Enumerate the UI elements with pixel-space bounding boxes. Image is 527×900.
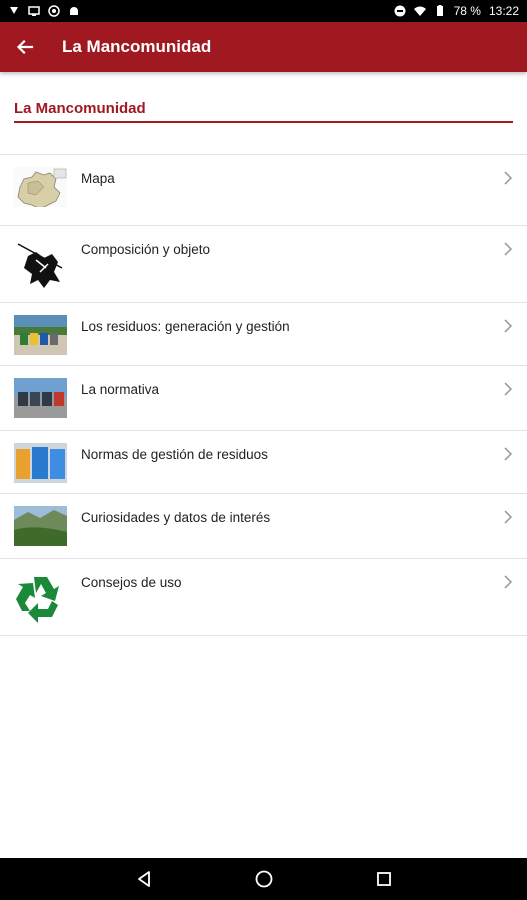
status-bar: 78 % 13:22 <box>0 0 527 22</box>
android-icon <box>70 7 78 15</box>
cast-icon <box>28 6 40 16</box>
battery-icon <box>436 5 443 16</box>
app-notification-icon <box>48 5 60 17</box>
nav-recents-icon <box>376 872 391 886</box>
chevron-right-icon <box>504 319 513 333</box>
battery-percent: 78 % <box>453 4 481 18</box>
page-title: La Mancomunidad <box>62 37 212 56</box>
menu-item-normativa[interactable]: La normativa <box>0 366 527 431</box>
menu-item-mapa[interactable]: Mapa <box>0 155 527 226</box>
clock: 13:22 <box>488 4 519 18</box>
menu-item-label: Consejos de uso <box>81 575 182 590</box>
back-button[interactable] <box>0 22 50 72</box>
chevron-right-icon <box>504 382 513 396</box>
chevron-right-icon <box>504 447 513 461</box>
map-thumbnail <box>14 167 67 207</box>
chevron-right-icon <box>504 171 513 185</box>
chevron-right-icon <box>504 575 513 589</box>
nav-back-icon <box>137 871 150 887</box>
download-icon <box>10 7 18 14</box>
menu-item-consejos[interactable]: Consejos de uso <box>0 559 527 636</box>
chevron-right-icon <box>504 242 513 256</box>
menu-item-composicion[interactable]: Composición y objeto <box>0 226 527 303</box>
navigation-bar <box>0 858 527 900</box>
chevron-right-icon <box>504 510 513 524</box>
wifi-icon <box>413 6 426 16</box>
composition-thumbnail <box>14 238 67 293</box>
menu-item-label: Curiosidades y datos de interés <box>81 510 271 525</box>
menu-item-label: La normativa <box>81 382 160 397</box>
menu-item-normas[interactable]: Normas de gestión de residuos <box>0 431 527 494</box>
menu-item-label: Los residuos: generación y gestión <box>81 319 290 334</box>
regulation-thumbnail <box>14 378 67 418</box>
nav-recents-button[interactable] <box>369 864 399 894</box>
section-heading: La Mancomunidad <box>14 100 513 123</box>
recycle-icon <box>14 571 67 626</box>
waste-containers-thumbnail <box>14 315 67 355</box>
bins-thumbnail <box>14 443 67 483</box>
menu-item-label: Normas de gestión de residuos <box>81 447 268 462</box>
landscape-thumbnail <box>14 506 67 546</box>
status-system: 78 % 13:22 <box>394 4 519 18</box>
menu-item-label: Composición y objeto <box>81 242 211 257</box>
menu-item-label: Mapa <box>81 171 115 186</box>
nav-home-icon <box>255 870 272 888</box>
nav-home-button[interactable] <box>249 864 279 894</box>
menu-item-curiosidades[interactable]: Curiosidades y datos de interés <box>0 494 527 559</box>
menu-item-residuos[interactable]: Los residuos: generación y gestión <box>0 303 527 366</box>
app-bar: La Mancomunidad <box>0 22 527 72</box>
do-not-disturb-icon <box>394 5 406 17</box>
status-notifications <box>8 5 80 17</box>
arrow-back-icon <box>16 39 34 55</box>
nav-back-button[interactable] <box>129 864 159 894</box>
menu-list: Mapa Composición y objeto Los residuos: … <box>0 154 527 636</box>
